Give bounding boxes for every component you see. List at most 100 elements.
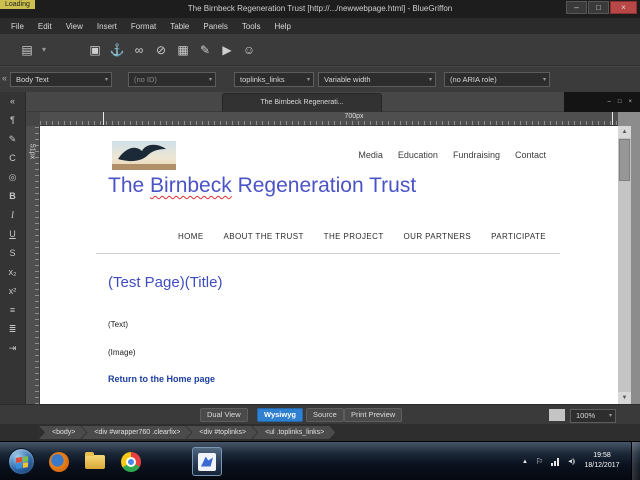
view-mode-bar: Dual View Wysiwyg Source Print Preview 1… — [0, 404, 640, 424]
ruler-marker — [612, 112, 613, 125]
main-nav: HOME ABOUT THE TRUST THE PROJECT OUR PAR… — [178, 232, 546, 241]
close-button[interactable]: × — [610, 1, 637, 14]
new-document-caret-icon[interactable]: ▾ — [38, 45, 50, 54]
emoticon-icon[interactable]: ☺ — [238, 43, 260, 57]
menu-help[interactable]: Help — [268, 20, 298, 33]
horizontal-scrollbar[interactable] — [549, 409, 565, 421]
spellcheck-icon[interactable]: ◎ — [5, 171, 21, 184]
menu-file[interactable]: File — [4, 20, 31, 33]
nav-partners[interactable]: OUR PARTNERS — [404, 232, 472, 241]
chrome-taskbar-icon[interactable] — [116, 447, 146, 476]
scroll-down-icon[interactable]: ▼ — [618, 392, 631, 404]
scroll-up-icon[interactable]: ▲ — [618, 126, 631, 138]
pencil-icon[interactable]: ✎ — [5, 133, 21, 146]
dom-path-wrapper[interactable]: <div #wrapper760 .clearfix> — [81, 426, 191, 439]
page-scrollbar[interactable]: ▲ ▼ — [618, 126, 631, 404]
toplink-education[interactable]: Education — [398, 150, 438, 160]
new-document-icon[interactable]: ▤ — [16, 43, 38, 57]
tab-close-icon[interactable]: × — [628, 99, 632, 105]
aria-role-select[interactable]: (no ARIA role) ▾ — [444, 72, 550, 87]
numbered-list-button[interactable]: ≣ — [5, 323, 21, 336]
nav-participate[interactable]: PARTICIPATE — [491, 232, 546, 241]
strikethrough-button[interactable]: S — [5, 247, 21, 260]
underline-button[interactable]: U — [5, 228, 21, 241]
tab-restore-icon[interactable]: □ — [618, 99, 622, 105]
vertical-ruler: 51px — [26, 126, 40, 404]
toplink-contact[interactable]: Contact — [515, 150, 546, 160]
italic-button[interactable]: I — [5, 209, 21, 222]
menu-table[interactable]: Table — [163, 20, 196, 33]
image-placeholder[interactable]: (Image) — [108, 348, 136, 357]
paragraph-icon[interactable]: ¶ — [5, 114, 21, 127]
video-icon[interactable]: ▶ — [216, 43, 238, 57]
action-center-flag-icon[interactable]: ⚐ — [536, 457, 543, 466]
bluegriffon-taskbar-icon[interactable] — [192, 447, 222, 476]
zoom-value: 100% — [576, 411, 596, 420]
unlink-icon[interactable]: ⊘ — [150, 43, 172, 57]
left-format-toolbar: « ¶ ✎ C ◎ B I U S x₂ x² ≡ ≣ ⇥ — [0, 92, 26, 404]
nav-home[interactable]: HOME — [178, 232, 204, 241]
paragraph-format-select[interactable]: Body Text ▾ — [10, 72, 112, 87]
zoom-select[interactable]: 100% ▾ — [570, 409, 616, 423]
dom-path-toplinks[interactable]: <div #toplinks> — [186, 426, 257, 439]
edit-icon[interactable]: ✎ — [194, 43, 216, 57]
firefox-taskbar-icon[interactable] — [44, 447, 74, 476]
site-logo-image[interactable] — [112, 141, 176, 170]
site-title[interactable]: The Birnbeck Regeneration Trust — [108, 174, 416, 198]
indent-button[interactable]: ⇥ — [5, 342, 21, 355]
menu-view[interactable]: View — [59, 20, 90, 33]
menu-insert[interactable]: Insert — [90, 20, 124, 33]
explorer-taskbar-icon[interactable] — [80, 447, 110, 476]
tab-window-controls: – □ × — [564, 92, 640, 112]
dual-view-button[interactable]: Dual View — [200, 408, 248, 422]
element-id-select[interactable]: (no ID) ▾ — [128, 72, 216, 87]
bullet-list-button[interactable]: ≡ — [5, 304, 21, 317]
window-title: The Birnbeck Regeneration Trust [http://… — [187, 4, 453, 13]
toplink-fundraising[interactable]: Fundraising — [453, 150, 500, 160]
subscript-button[interactable]: x₂ — [5, 266, 21, 279]
start-button[interactable] — [8, 448, 35, 475]
bold-button[interactable]: B — [5, 190, 21, 203]
code-button[interactable]: C — [5, 152, 21, 165]
maximize-button[interactable]: □ — [588, 1, 609, 14]
print-preview-button[interactable]: Print Preview — [344, 408, 403, 422]
wysiwyg-button[interactable]: Wysiwyg — [257, 408, 303, 422]
chevron-down-icon: ▾ — [306, 77, 310, 83]
menu-edit[interactable]: Edit — [31, 20, 59, 33]
image-icon[interactable]: ▦ — [172, 43, 194, 57]
menu-tools[interactable]: Tools — [235, 20, 268, 33]
paste-icon[interactable]: ▣ — [84, 43, 106, 57]
source-button[interactable]: Source — [306, 408, 344, 422]
css-class-select[interactable]: toplinks_links ▾ — [234, 72, 314, 87]
collapse-chevron-icon[interactable]: « — [5, 95, 21, 108]
wysiwyg-page[interactable]: Media Education Fundraising Contact The … — [40, 126, 618, 404]
paragraph-format-value: Body Text — [16, 75, 49, 84]
dom-path-ul[interactable]: <ul .toplinks_links> — [252, 426, 335, 439]
tab-minimize-icon[interactable]: – — [608, 99, 611, 105]
link-icon[interactable]: ∞ — [128, 43, 150, 57]
page-title[interactable]: (Test Page)(Title) — [108, 274, 222, 291]
hidden-icons-icon[interactable]: ▲ — [522, 459, 528, 465]
nav-project[interactable]: THE PROJECT — [324, 232, 384, 241]
network-icon[interactable] — [551, 457, 560, 466]
width-mode-select[interactable]: Variable width ▾ — [318, 72, 436, 87]
chevron-down-icon: ▾ — [104, 77, 108, 83]
show-desktop-button[interactable] — [631, 442, 640, 480]
nav-about[interactable]: ABOUT THE TRUST — [224, 232, 304, 241]
toplink-media[interactable]: Media — [358, 150, 383, 160]
superscript-button[interactable]: x² — [5, 285, 21, 298]
taskbar-clock[interactable]: 19:58 18/12/2017 — [576, 451, 628, 471]
volume-icon[interactable]: ◄)) — [567, 459, 575, 465]
anchor-icon[interactable]: ⚓ — [106, 43, 128, 57]
windows-taskbar: ▲ ⚐ ◄)) 19:58 18/12/2017 — [0, 441, 640, 480]
collapse-chevron-icon[interactable]: « — [2, 73, 7, 83]
menu-format[interactable]: Format — [124, 20, 163, 33]
home-page-link[interactable]: Return to the Home page — [108, 374, 215, 384]
scrollbar-thumb[interactable] — [619, 139, 630, 181]
minimize-button[interactable]: – — [566, 1, 587, 14]
nav-divider — [96, 253, 560, 254]
active-document-tab[interactable]: The Birnbeck Regenerati... — [222, 93, 382, 113]
text-placeholder[interactable]: (Text) — [108, 320, 128, 329]
menu-panels[interactable]: Panels — [196, 20, 234, 33]
dom-path-body[interactable]: <body> — [39, 426, 86, 439]
